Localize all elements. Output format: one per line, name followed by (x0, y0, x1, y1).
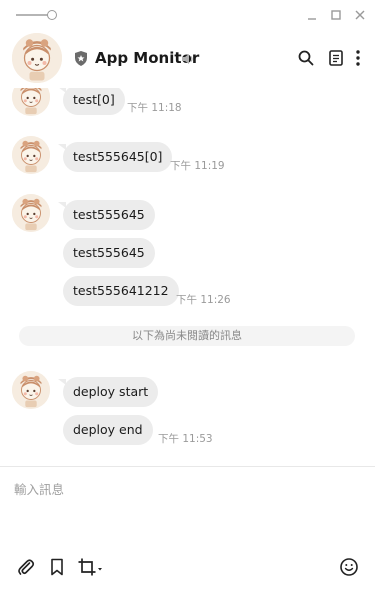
window-titlebar (0, 0, 375, 30)
sender-avatar[interactable] (12, 88, 50, 116)
message-bubble[interactable]: test[0] (58, 88, 125, 115)
emoji-icon[interactable] (339, 557, 359, 577)
chat-header: App Monitor (0, 30, 375, 88)
message-bubble[interactable]: test555645 (58, 200, 155, 230)
more-icon[interactable] (352, 49, 364, 67)
notes-icon[interactable] (327, 49, 345, 67)
message-bubble[interactable]: test555645 (63, 238, 155, 268)
opacity-slider[interactable] (16, 10, 60, 20)
composer (0, 466, 375, 589)
message-bubble[interactable]: test555641212 (63, 276, 179, 306)
maximize-icon[interactable] (329, 8, 343, 22)
message-time: 下午 11:19 (170, 160, 225, 172)
sender-avatar[interactable] (12, 136, 50, 174)
sender-avatar[interactable] (12, 194, 50, 232)
message-list[interactable]: test[0] 下午 11:18 test555645[0] 下午 11:19 … (0, 88, 375, 466)
sender-avatar[interactable] (12, 371, 50, 409)
bookmark-icon[interactable] (47, 557, 67, 577)
mute-icon (181, 51, 195, 65)
message-time: 下午 11:18 (127, 102, 182, 114)
unread-divider: 以下為尚未閱讀的訊息 (19, 326, 355, 346)
crop-icon[interactable] (77, 557, 105, 577)
message-bubble[interactable]: deploy end (63, 415, 153, 445)
close-icon[interactable] (353, 8, 367, 22)
message-time: 下午 11:26 (176, 294, 231, 306)
minimize-icon[interactable] (305, 8, 319, 22)
message-input[interactable] (14, 479, 354, 539)
search-icon[interactable] (297, 49, 315, 67)
paperclip-icon[interactable] (16, 557, 36, 577)
message-time: 下午 11:53 (158, 433, 213, 445)
opacity-slider-knob[interactable] (47, 10, 57, 20)
message-bubble[interactable]: deploy start (57, 377, 159, 407)
chat-avatar[interactable] (12, 33, 62, 83)
shield-icon (73, 50, 89, 67)
message-bubble[interactable]: test555645[0] (57, 142, 173, 172)
